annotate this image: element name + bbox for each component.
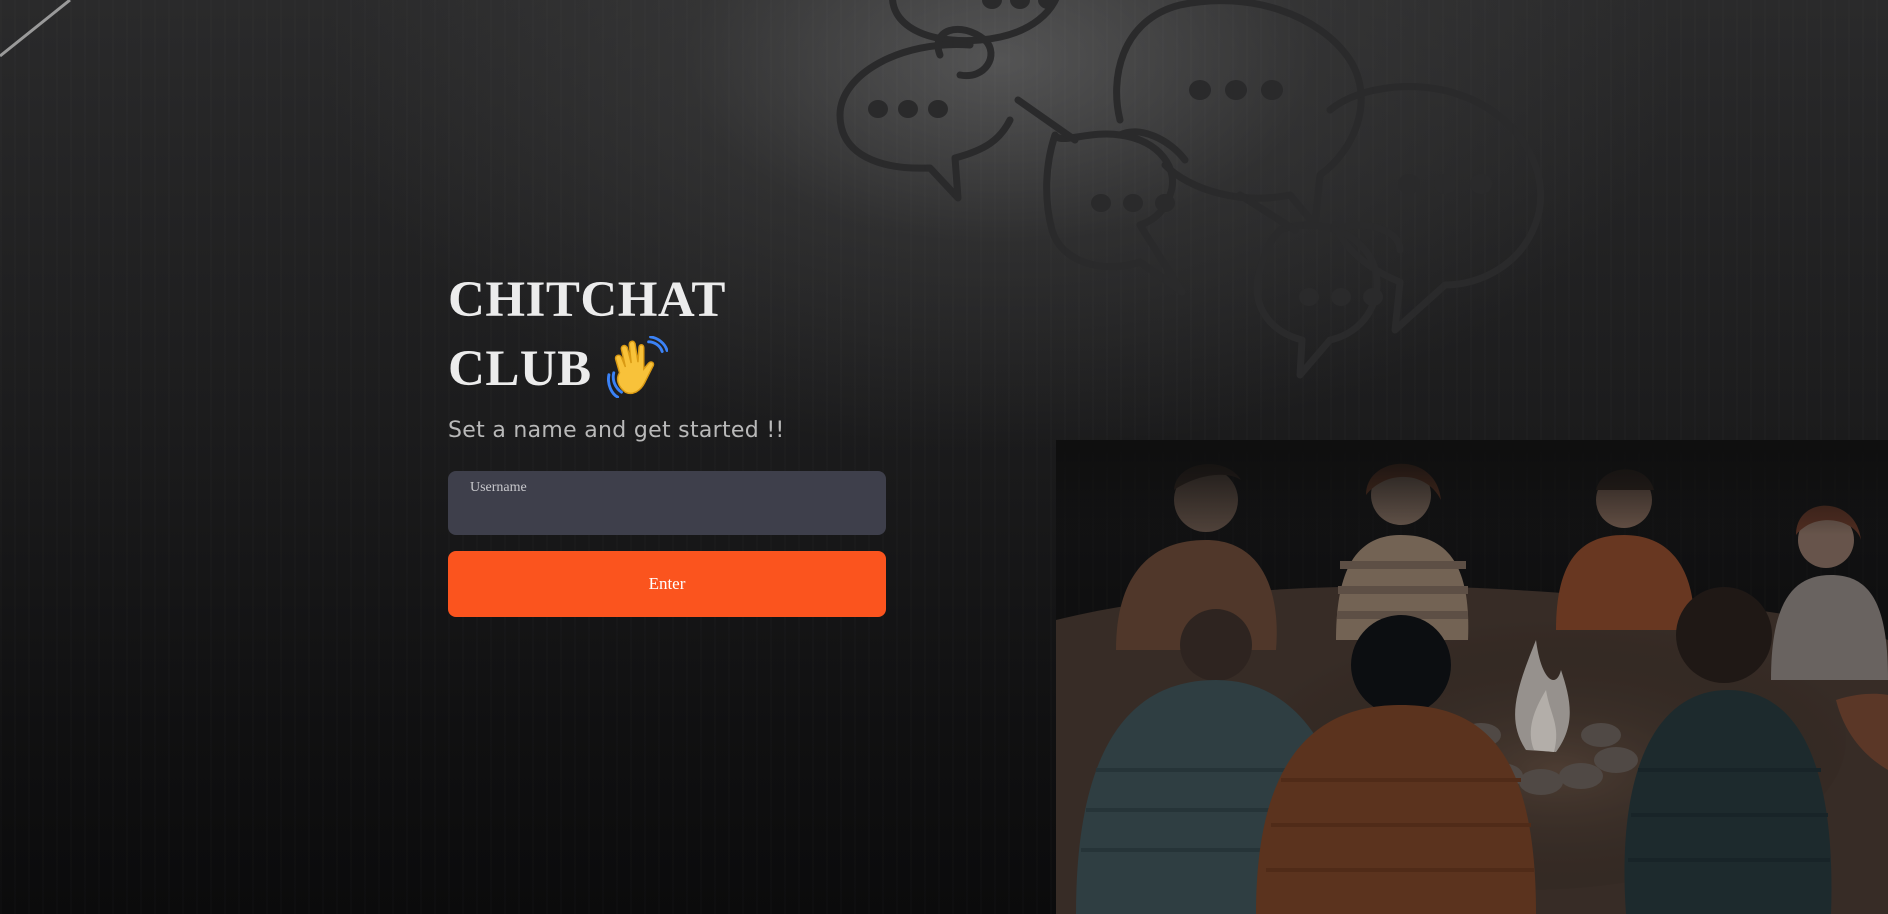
enter-button[interactable]: Enter <box>448 551 886 618</box>
subtitle: Set a name and get started !! <box>448 418 785 444</box>
chat-bubbles-illustration <box>836 0 1545 379</box>
username-label: Username <box>470 480 527 496</box>
login-panel: CHITCHAT CLUB Set a name and get started… <box>448 266 886 618</box>
username-field[interactable]: Username <box>448 471 886 536</box>
app-title-line-1: CHITCHAT <box>448 272 726 328</box>
app-title: CHITCHAT CLUB <box>448 266 886 404</box>
corner-decoration <box>0 0 71 58</box>
campfire-group-illustration <box>1056 440 1888 914</box>
username-input[interactable] <box>470 499 870 528</box>
app-title-line-2: CLUB <box>448 341 592 397</box>
waving-hand-icon <box>606 336 668 399</box>
app-title-line-2-row: CLUB <box>448 335 886 404</box>
